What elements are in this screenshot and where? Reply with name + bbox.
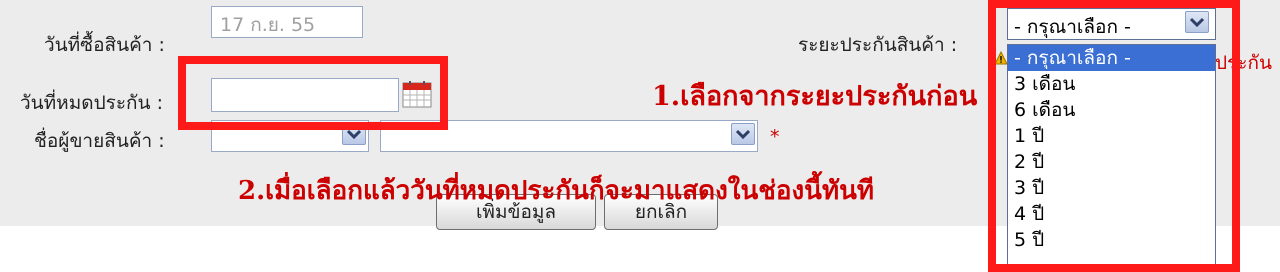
annotation-step1: 1.เลือกจากระยะประกันก่อน	[652, 81, 978, 112]
highlight-box-warranty	[988, 0, 1240, 272]
expire-date-label: วันที่หมดประกัน :	[20, 92, 163, 114]
highlight-box-expire-date	[178, 56, 448, 130]
annotation-step2: 2.เมื่อเลือกแล้ววันที่หมดประกันก็จะมาแสด…	[238, 176, 875, 206]
required-marker: *	[770, 126, 780, 148]
seller-label: ชื่อผู้ขายสินค้า :	[34, 130, 165, 152]
purchase-date-value: 17 ก.ย. 55	[220, 14, 316, 36]
purchase-date-field: 17 ก.ย. 55	[211, 6, 363, 38]
chevron-down-icon	[731, 123, 755, 145]
purchase-date-label: วันที่ซื้อสินค้า :	[44, 34, 165, 56]
warranty-period-label: ระยะประกันสินค้า :	[798, 34, 958, 56]
